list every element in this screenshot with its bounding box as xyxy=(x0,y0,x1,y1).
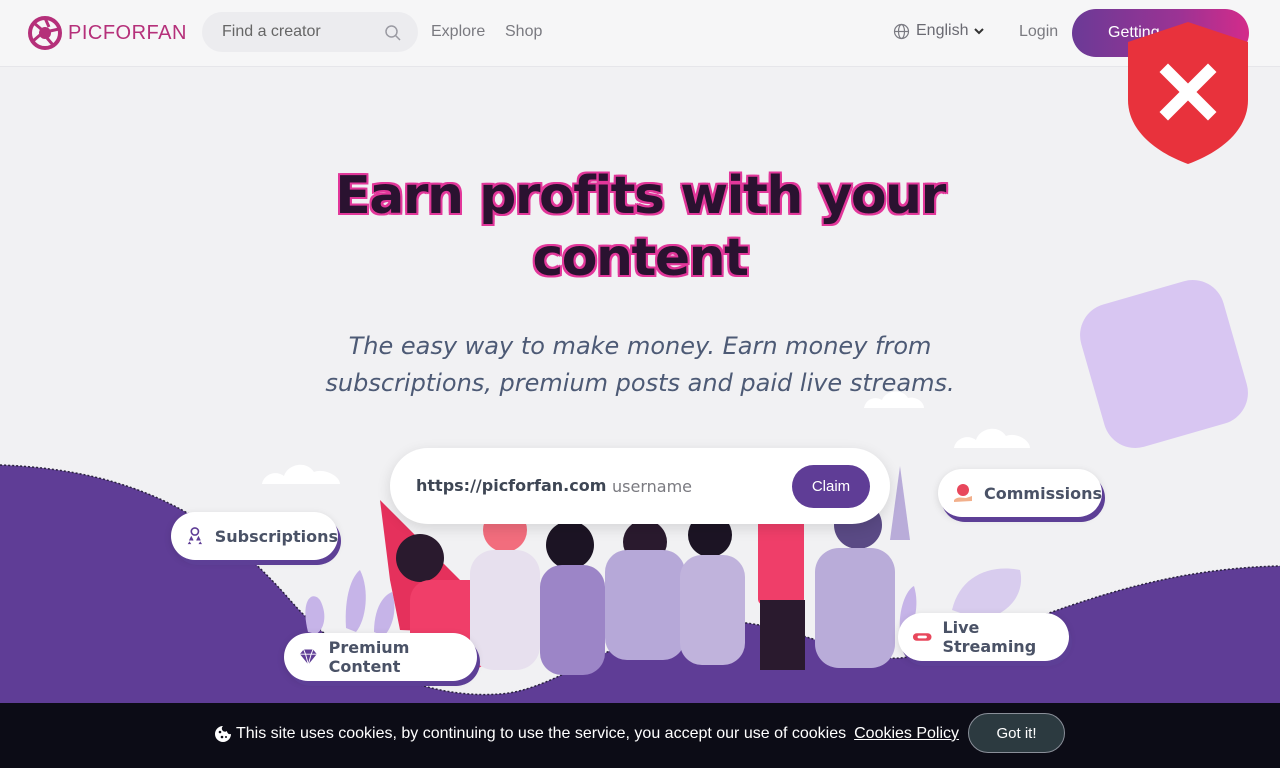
shield-x-icon[interactable] xyxy=(1126,20,1250,166)
feature-live-streaming: Live Streaming xyxy=(898,613,1069,661)
hero-title-line-1: Earn profits with your xyxy=(335,166,946,226)
nav-shop[interactable]: Shop xyxy=(505,23,542,41)
live-ticket-icon xyxy=(912,633,932,641)
hero-title: Earn profits with your content xyxy=(240,165,1040,289)
diamond-icon xyxy=(299,649,317,667)
coin-hand-icon xyxy=(954,484,972,502)
chevron-down-icon xyxy=(974,28,985,35)
camera-aperture-icon xyxy=(28,16,62,50)
cookie-message: This site uses cookies, by continuing to… xyxy=(214,725,959,743)
login-link[interactable]: Login xyxy=(1019,23,1058,41)
search-input[interactable] xyxy=(222,12,382,52)
claim-button[interactable]: Claim xyxy=(792,465,870,508)
feature-live-streaming-label: Live Streaming xyxy=(942,618,1037,656)
username-input[interactable] xyxy=(612,470,772,502)
claim-username-bar: https://picforfan.com Claim xyxy=(390,448,890,524)
search-icon[interactable] xyxy=(384,24,402,47)
feature-subscriptions: Subscriptions xyxy=(171,512,338,560)
language-selector[interactable]: English xyxy=(893,22,985,40)
globe-icon xyxy=(893,23,910,39)
claim-url-prefix: https://picforfan.com xyxy=(416,476,607,495)
nav-explore[interactable]: Explore xyxy=(431,23,485,41)
cookie-consent-bar: This site uses cookies, by continuing to… xyxy=(0,703,1280,768)
creator-search xyxy=(202,12,418,52)
feature-commissions-label: Commissions xyxy=(984,483,1102,503)
brand-name: PICFORFAN xyxy=(68,21,187,44)
feature-premium-content: Premium Content xyxy=(284,633,477,681)
cookie-accept-button[interactable]: Got it! xyxy=(968,713,1065,753)
site-header: PICFORFAN Explore Shop English Login Get… xyxy=(0,0,1280,164)
hero-subtitle-line-1: The easy way to make money. Earn money f… xyxy=(348,332,932,360)
language-label: English xyxy=(916,22,969,39)
hero-subtitle-line-2: subscriptions, premium posts and paid li… xyxy=(325,369,955,397)
feature-premium-content-label: Premium Content xyxy=(328,638,410,676)
feature-commissions: Commissions xyxy=(938,469,1102,517)
hero-title-line-2: content xyxy=(532,228,749,288)
brand-logo[interactable]: PICFORFAN xyxy=(28,16,187,50)
feature-subscriptions-label: Subscriptions xyxy=(214,526,338,546)
cookie-icon xyxy=(215,726,231,742)
cookies-policy-link[interactable]: Cookies Policy xyxy=(854,725,959,743)
users-stars-icon xyxy=(187,527,203,545)
cookie-message-text: This site uses cookies, by continuing to… xyxy=(236,725,847,742)
